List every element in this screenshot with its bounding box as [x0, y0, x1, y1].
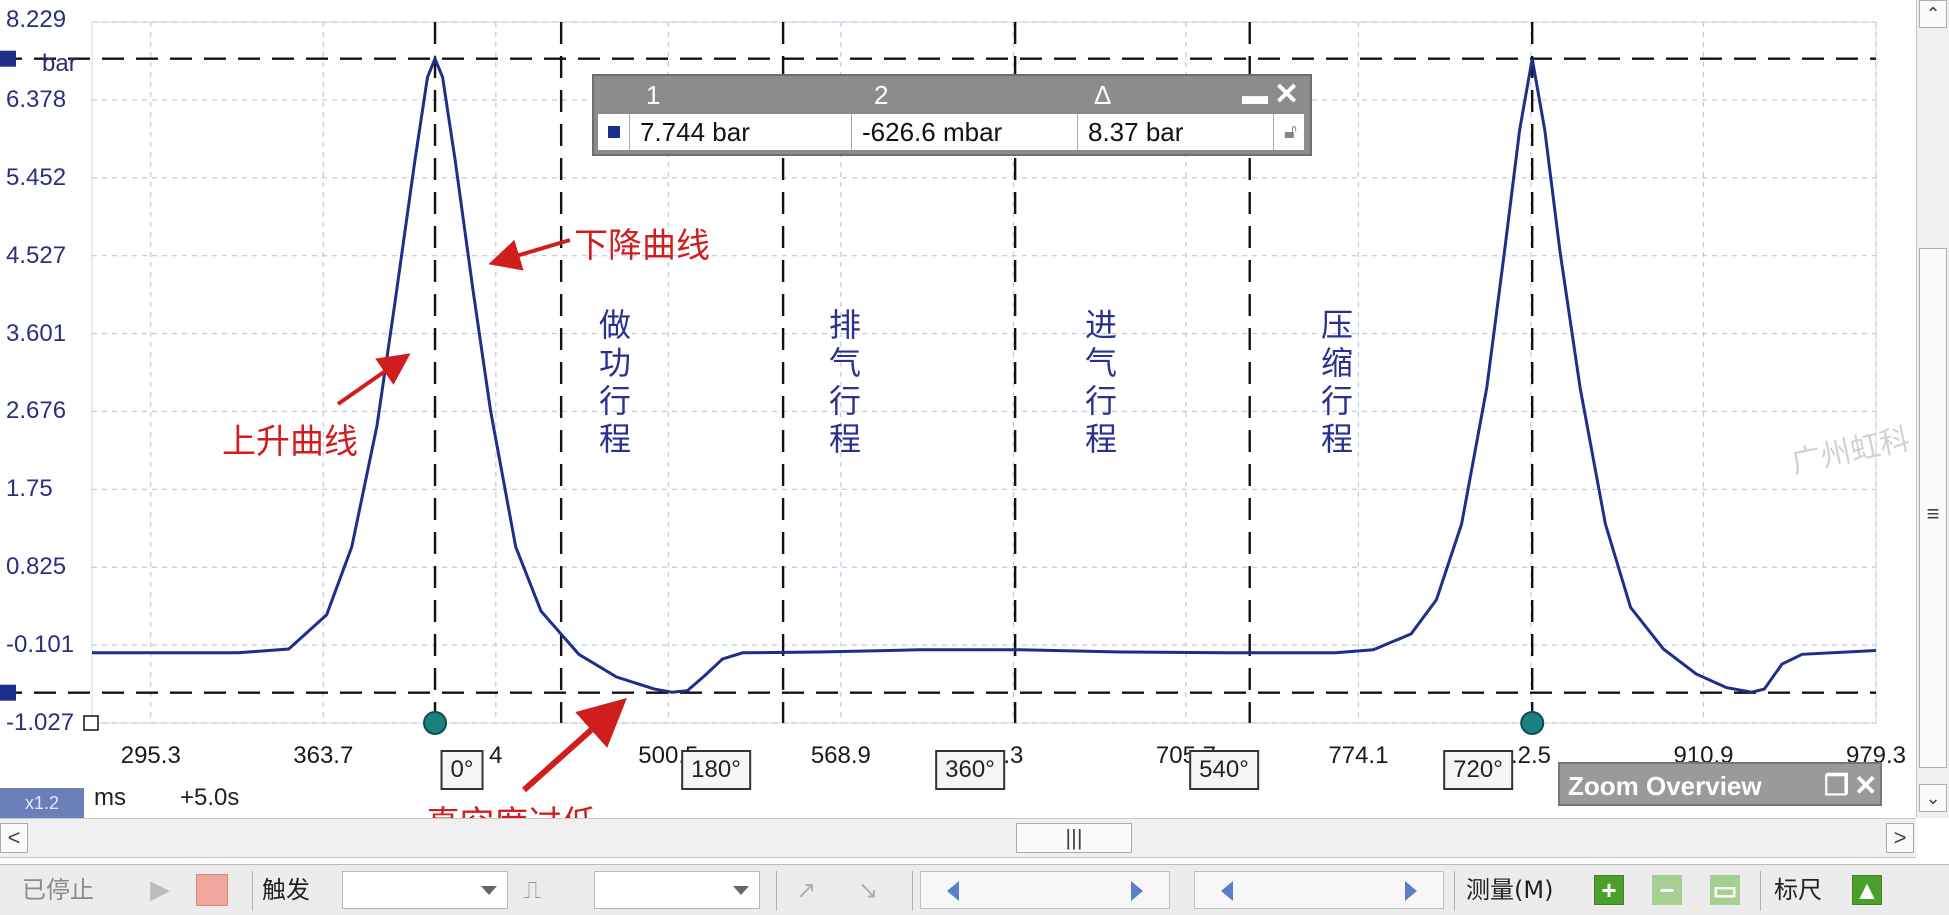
cursor-marker: [423, 711, 448, 735]
stroke-label-compression: 压缩行程: [1316, 308, 1354, 460]
series-swatch: [598, 114, 630, 150]
x-tick-label: 774.1: [1328, 742, 1389, 769]
vertical-scrollbar[interactable]: ⌃ ≡ ⌄: [1916, 0, 1949, 818]
angle-marker-720[interactable]: 720°: [1443, 750, 1513, 790]
run-icon[interactable]: ▶: [150, 865, 170, 915]
measure-delta-header: Δ: [1094, 80, 1112, 110]
time-offset-label: +5.0s: [180, 784, 240, 811]
edit-measure-button[interactable]: ▭: [1710, 875, 1740, 905]
cursor-marker: [1520, 711, 1545, 735]
trigger-edge-icon[interactable]: ⎍: [524, 865, 541, 915]
ruler-button[interactable]: ▲: [1852, 875, 1882, 905]
y-tick-label: 8.229: [6, 6, 67, 33]
horizontal-scrollbar[interactable]: < ||| >: [0, 818, 1916, 858]
stroke-label-power: 做功行程: [594, 308, 632, 460]
prev-icon[interactable]: [1221, 881, 1233, 901]
y-unit-label: bar: [42, 50, 77, 77]
time-unit-label: ms: [94, 784, 126, 811]
zoom-factor-badge[interactable]: x1.2: [0, 788, 84, 818]
trigger-source-select[interactable]: [594, 871, 760, 909]
stop-icon[interactable]: [196, 874, 228, 906]
prev-icon[interactable]: [947, 881, 959, 901]
close-icon[interactable]: ✕: [1854, 764, 1877, 808]
vertical-scroll-thumb[interactable]: ≡: [1919, 248, 1947, 768]
axis-corner-box: [83, 715, 99, 731]
y-tick-label: -0.101: [6, 631, 75, 659]
y-tick-label: 5.452: [6, 163, 67, 191]
measure-value-1: 7.744 bar: [630, 114, 852, 150]
oscilloscope-view: 8.229 6.378 5.452 4.527 3.601 2.676 1.75 0.825 -…: [0, 0, 1949, 915]
y-tick-label: -1.027: [6, 709, 75, 736]
ruler-label: 标尺: [1774, 876, 1822, 904]
remove-measure-button[interactable]: −: [1652, 875, 1682, 905]
status-label: 已停止: [22, 876, 94, 904]
measure-col2-header: 2: [874, 80, 889, 110]
scroll-right-button[interactable]: >: [1886, 823, 1914, 853]
x-tick-label: 4: [489, 742, 503, 769]
y-tick-label: 3.601: [6, 319, 67, 347]
scroll-up-button[interactable]: ⌃: [1919, 0, 1947, 28]
annotation-rising-curve: 上升曲线: [222, 422, 358, 462]
y-tick-label: 0.825: [6, 553, 67, 581]
measurement-row: 7.744 bar -626.6 mbar 8.37 bar 🔓︎: [598, 114, 1304, 150]
trigger-mode-select[interactable]: [342, 871, 508, 909]
zoom-overview-title: Zoom Overview: [1568, 771, 1762, 801]
x-tick-label: 568.9: [810, 742, 871, 769]
rising-edge-icon[interactable]: ↗: [796, 865, 816, 915]
next-icon[interactable]: [1131, 881, 1143, 901]
bottom-toolbar: 已停止 ▶ 触发 ⎍ ↗ ↘ 测量(M) + − ▭ 标尺 ▲: [0, 864, 1949, 915]
x-tick-label: 363.7: [293, 742, 354, 769]
measure-value-2: -626.6 mbar: [852, 114, 1078, 150]
cursor-handle: [0, 50, 16, 67]
lock-icon[interactable]: 🔓︎: [1274, 114, 1304, 150]
measurement-panel[interactable]: 1 2 Δ ▬ ✕ 7.744 bar -626.6 mbar 8.37 bar…: [592, 74, 1312, 156]
angle-marker-540[interactable]: 540°: [1189, 750, 1259, 790]
y-tick-label: 4.527: [6, 241, 67, 269]
measure-delta: 8.37 bar: [1078, 114, 1274, 150]
zoom-overview-panel[interactable]: Zoom Overview ❐ ✕: [1558, 762, 1882, 806]
stroke-label-exhaust: 排气行程: [824, 308, 862, 460]
y-tick-label: 2.676: [6, 397, 67, 425]
cursor-handle: [0, 684, 16, 701]
angle-marker-360[interactable]: 360°: [935, 750, 1005, 790]
restore-icon[interactable]: ❐: [1824, 764, 1849, 808]
scroll-thumb[interactable]: |||: [1016, 823, 1132, 853]
add-measure-button[interactable]: +: [1594, 875, 1624, 905]
next-icon[interactable]: [1405, 881, 1417, 901]
x-tick-label: .2.5: [1510, 742, 1551, 769]
y-tick-label: 1.75: [6, 475, 53, 503]
scroll-left-button[interactable]: <: [0, 823, 28, 853]
stroke-label-intake: 进气行程: [1080, 308, 1118, 460]
timebase-navigator[interactable]: [920, 871, 1170, 909]
buffer-navigator[interactable]: [1194, 871, 1444, 909]
angle-marker-180[interactable]: 180°: [681, 750, 751, 790]
y-tick-label: 6.378: [6, 85, 67, 113]
falling-edge-icon[interactable]: ↘: [858, 865, 878, 915]
measure-col1-header: 1: [646, 80, 661, 110]
minimize-icon[interactable]: ▬: [1242, 76, 1268, 114]
measure-label: 测量(M): [1466, 876, 1554, 904]
annotation-falling-curve: 下降曲线: [574, 226, 710, 266]
x-tick-label: .3: [1003, 742, 1024, 769]
close-icon[interactable]: ✕: [1274, 76, 1299, 114]
scroll-down-button[interactable]: ⌄: [1919, 784, 1947, 812]
x-tick-label: 295.3: [120, 742, 181, 769]
trigger-label: 触发: [262, 876, 310, 904]
angle-marker-0[interactable]: 0°: [440, 750, 484, 790]
